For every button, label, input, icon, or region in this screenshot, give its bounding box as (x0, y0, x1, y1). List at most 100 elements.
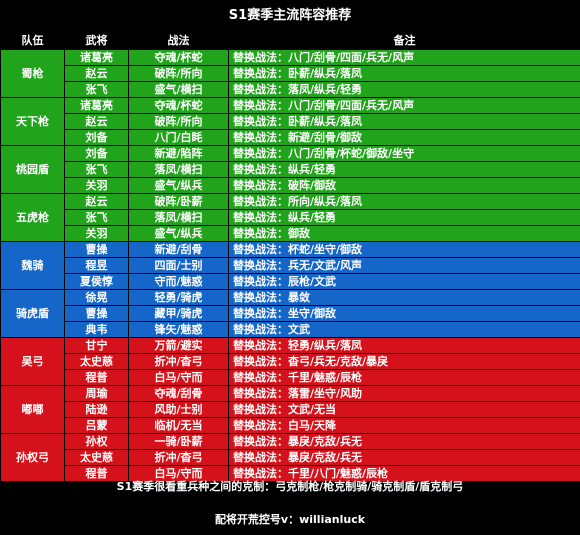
table-row: 张飞 落凤/横扫 替换战法：纵兵/轻勇 (1, 209, 580, 226)
tactics-cell: 藏甲/骑虎 (128, 305, 229, 322)
team-name: 孙权弓 (0, 433, 65, 482)
lineup-sheet: S1赛季主流阵容推荐 队伍 武将 战法 备注 蜀枪 诸葛亮 夺魂/杯蛇 替换战法：八门… (0, 0, 580, 535)
table-row: 张飞 落凤/横扫 替换战法：纵兵/轻勇 (1, 161, 580, 178)
notes-cell: 替换战法：杯蛇/坐守/御敌 (228, 241, 580, 258)
header-row: 队伍 武将 战法 备注 (0, 32, 580, 50)
general-cell: 赵云 (64, 193, 129, 210)
general-cell: 张飞 (64, 209, 129, 226)
table-row: 骑虎盾 徐晃 轻勇/骑虎 替换战法：暴敛 (0, 289, 580, 338)
general-cell: 陆逊 (64, 401, 129, 418)
general-cell: 太史慈 (64, 353, 129, 370)
tactics-cell: 一骑/卧薪 (128, 433, 229, 450)
notes-cell: 替换战法：纵兵/轻勇 (228, 161, 580, 178)
table-row: 孙权弓 孙权 一骑/卧薪 替换战法：暴戾/克敌/兵无 (0, 433, 580, 482)
tactics-cell: 新避/刮骨 (128, 241, 229, 258)
table-row: 关羽 盛气/纵兵 替换战法：御敌 (1, 225, 580, 242)
notes-cell: 替换战法：文武 (228, 321, 580, 338)
notes-cell: 替换战法：落凤/纵兵/轻勇 (228, 81, 580, 98)
general-cell: 刘备 (64, 129, 129, 146)
tactics-cell: 四面/士别 (128, 257, 229, 274)
notes-cell: 替换战法：暴戾/克敌/兵无 (228, 433, 580, 450)
general-cell: 曹操 (64, 305, 129, 322)
table-row: 曹操 藏甲/骑虎 替换战法：坐守/御敌 (1, 305, 580, 322)
table-row: 太史慈 折冲/杳弓 替换战法：杳弓/兵无/克敌/暴戾 (1, 353, 580, 370)
general-cell: 张飞 (64, 161, 129, 178)
general-cell: 关羽 (64, 225, 129, 242)
lineup-body: 蜀枪 诸葛亮 夺魂/杯蛇 替换战法：八门/刮骨/四面/兵无/风声 赵云 破阵/所向 替换战法… (0, 49, 580, 482)
notes-cell: 替换战法：纵兵/轻勇 (228, 209, 580, 226)
general-cell: 曹操 (64, 241, 129, 258)
team-name: 蜀枪 (0, 49, 65, 98)
notes-cell: 替换战法：八门/刮骨/杯蛇/御敌/坐守 (228, 145, 580, 162)
general-cell: 甘宁 (64, 337, 129, 354)
notes-cell: 替换战法：坐守/御敌 (228, 305, 580, 322)
notes-cell: 替换战法：破阵/御敌 (228, 177, 580, 194)
table-row: 夏侯惇 守而/魅惑 替换战法：辰枪/文武 (1, 273, 580, 290)
notes-cell: 替换战法：辰枪/文武 (228, 273, 580, 290)
notes-cell: 替换战法：卧薪/纵兵/落凤 (228, 65, 580, 82)
tactics-cell: 折冲/杳弓 (128, 353, 229, 370)
tactics-cell: 破阵/所向 (128, 113, 229, 130)
tactics-cell: 折冲/杳弓 (128, 449, 229, 466)
tactics-cell: 夺魂/刮骨 (128, 385, 229, 402)
general-cell: 徐晃 (64, 289, 129, 306)
table-row: 吕蒙 临机/无当 替换战法：白马/天降 (1, 417, 580, 434)
team-name: 天下枪 (0, 97, 65, 146)
table-row: 吴弓 甘宁 万箭/避实 替换战法：轻勇/纵兵/落凤 (0, 337, 580, 386)
notes-cell: 替换战法：白马/天降 (228, 417, 580, 434)
table-row: 赵云 破阵/所向 替换战法：卧薪/纵兵/落凤 (1, 113, 580, 130)
notes-cell: 替换战法：御敌 (228, 225, 580, 242)
table-row: 张飞 盛气/横扫 替换战法：落凤/纵兵/轻勇 (1, 81, 580, 98)
general-cell: 刘备 (64, 145, 129, 162)
notes-cell: 替换战法：八门/刮骨/四面/兵无/风声 (228, 97, 580, 114)
team-name: 吴弓 (0, 337, 65, 386)
lineup-table: 队伍 武将 战法 备注 蜀枪 诸葛亮 夺魂/杯蛇 替换战法：八门/刮骨/四面/兵无/风… (0, 32, 580, 482)
notes-cell: 替换战法：暴戾/克敌/兵无 (228, 449, 580, 466)
tactics-cell: 落凤/横扫 (128, 209, 229, 226)
general-cell: 赵云 (64, 65, 129, 82)
team-name: 骑虎盾 (0, 289, 65, 338)
contact-note: 配将开荒控号v：willianluck (214, 513, 366, 526)
general-cell: 吕蒙 (64, 417, 129, 434)
notes-cell: 替换战法：杳弓/兵无/克敌/暴戾 (228, 353, 580, 370)
tactics-cell: 风助/士别 (128, 401, 229, 418)
table-row: 嘟嘟 周瑜 夺魂/刮骨 替换战法：落雷/坐守/风助 (0, 385, 580, 434)
table-row: 五虎枪 赵云 破阵/卧薪 替换战法：所向/纵兵/落凤 (0, 193, 580, 242)
notes-cell: 替换战法：兵无/文武/风声 (228, 257, 580, 274)
table-row: 蜀枪 诸葛亮 夺魂/杯蛇 替换战法：八门/刮骨/四面/兵无/风声 (0, 49, 580, 98)
header-team: 队伍 (0, 32, 65, 50)
tactics-cell: 盛气/横扫 (128, 81, 229, 98)
notes-cell: 替换战法：文武/无当 (228, 401, 580, 418)
table-row: 刘备 八门/白眊 替换战法：新避/刮骨/御敌 (1, 129, 580, 146)
tactics-cell: 落凤/横扫 (128, 161, 229, 178)
general-cell: 关羽 (64, 177, 129, 194)
table-row: 陆逊 风助/士别 替换战法：文武/无当 (1, 401, 580, 418)
header-tactics: 战法 (128, 32, 229, 50)
tactics-cell: 白马/守而 (128, 369, 229, 386)
tactics-cell: 守而/魅惑 (128, 273, 229, 290)
notes-cell: 替换战法：千里/魅惑/辰枪 (228, 369, 580, 386)
table-row: 程普 白马/守而 替换战法：千里/魅惑/辰枪 (1, 369, 580, 386)
header-general: 武将 (64, 32, 129, 50)
general-cell: 周瑜 (64, 385, 129, 402)
notes-cell: 替换战法：轻勇/纵兵/落凤 (228, 337, 580, 354)
tactics-cell: 锋矢/魅惑 (128, 321, 229, 338)
tactics-cell: 盛气/纵兵 (128, 225, 229, 242)
notes-cell: 替换战法：八门/刮骨/四面/兵无/风声 (228, 49, 580, 66)
tactics-cell: 万箭/避实 (128, 337, 229, 354)
table-row: 程昱 四面/士别 替换战法：兵无/文武/风声 (1, 257, 580, 274)
general-cell: 诸葛亮 (64, 97, 129, 114)
tactics-cell: 夺魂/杯蛇 (128, 97, 229, 114)
tactics-cell: 轻勇/骑虎 (128, 289, 229, 306)
notes-cell: 替换战法：落雷/坐守/风助 (228, 385, 580, 402)
notes-cell: 替换战法：新避/刮骨/御敌 (228, 129, 580, 146)
table-row: 典韦 锋矢/魅惑 替换战法：文武 (1, 321, 580, 338)
tactics-cell: 临机/无当 (128, 417, 229, 434)
table-row: 天下枪 诸葛亮 夺魂/杯蛇 替换战法：八门/刮骨/四面/兵无/风声 (0, 97, 580, 146)
tactics-cell: 破阵/卧薪 (128, 193, 229, 210)
tactics-cell: 盛气/纵兵 (128, 177, 229, 194)
counter-note: S1赛季很看重兵种之间的克制：弓克制枪/枪克制骑/骑克制盾/盾克制弓 (116, 480, 464, 493)
notes-cell: 替换战法：所向/纵兵/落凤 (228, 193, 580, 210)
team-name: 桃园盾 (0, 145, 65, 194)
general-cell: 程普 (64, 369, 129, 386)
